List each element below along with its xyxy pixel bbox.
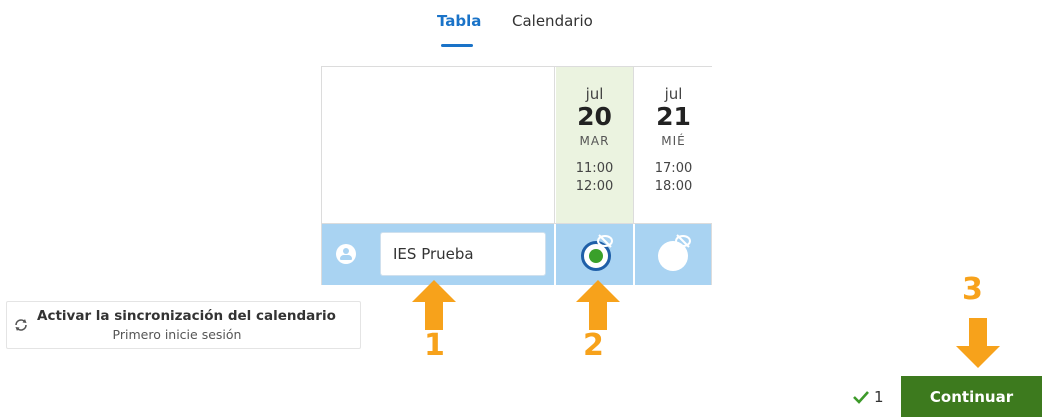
column-weekday: MAR <box>579 134 610 148</box>
eye-off-icon <box>675 234 691 248</box>
calendar-sync-button[interactable]: Activar la sincronización del calendario… <box>6 301 361 349</box>
header-empty-cell <box>322 67 555 223</box>
date-column-header: jul 20 MAR 11:00 12:00 <box>556 67 634 223</box>
step-number-1: 1 <box>424 328 445 363</box>
participant-row <box>322 223 711 286</box>
date-column-header: jul 21 MIÉ 17:00 18:00 <box>635 67 712 223</box>
eye-off-icon <box>597 234 613 248</box>
step-number-2: 2 <box>583 328 604 363</box>
column-end-time: 12:00 <box>575 179 614 194</box>
column-month: jul <box>585 85 604 103</box>
tab-calendario[interactable]: Calendario <box>512 12 593 30</box>
active-tab-indicator <box>441 44 473 47</box>
column-divider <box>633 224 635 286</box>
column-start-time: 17:00 <box>654 161 693 176</box>
tab-tabla[interactable]: Tabla <box>437 12 481 30</box>
sync-icon <box>15 319 27 331</box>
up-arrow-icon <box>576 280 620 330</box>
selected-dot <box>589 249 603 263</box>
sync-title: Activar la sincronización del calendario <box>37 308 336 324</box>
sync-subtitle: Primero inicie sesión <box>112 327 242 342</box>
down-arrow-icon <box>956 318 1000 368</box>
view-tabs: Tabla Calendario <box>0 12 1042 52</box>
column-day: 21 <box>656 102 691 131</box>
participant-name-input[interactable] <box>380 232 546 276</box>
step-number-3: 3 <box>962 272 983 307</box>
poll-table: jul 20 MAR 11:00 12:00 jul 21 MIÉ 17:00 … <box>321 66 712 286</box>
column-weekday: MIÉ <box>661 134 686 148</box>
check-icon <box>853 391 869 404</box>
up-arrow-icon <box>412 280 456 330</box>
column-end-time: 18:00 <box>654 179 693 194</box>
column-day: 20 <box>577 102 612 131</box>
user-circle-icon <box>336 244 356 264</box>
column-start-time: 11:00 <box>575 161 614 176</box>
selected-count: 1 <box>874 388 884 406</box>
continue-button[interactable]: Continuar <box>901 376 1042 417</box>
column-divider <box>554 224 556 286</box>
column-month: jul <box>664 85 683 103</box>
